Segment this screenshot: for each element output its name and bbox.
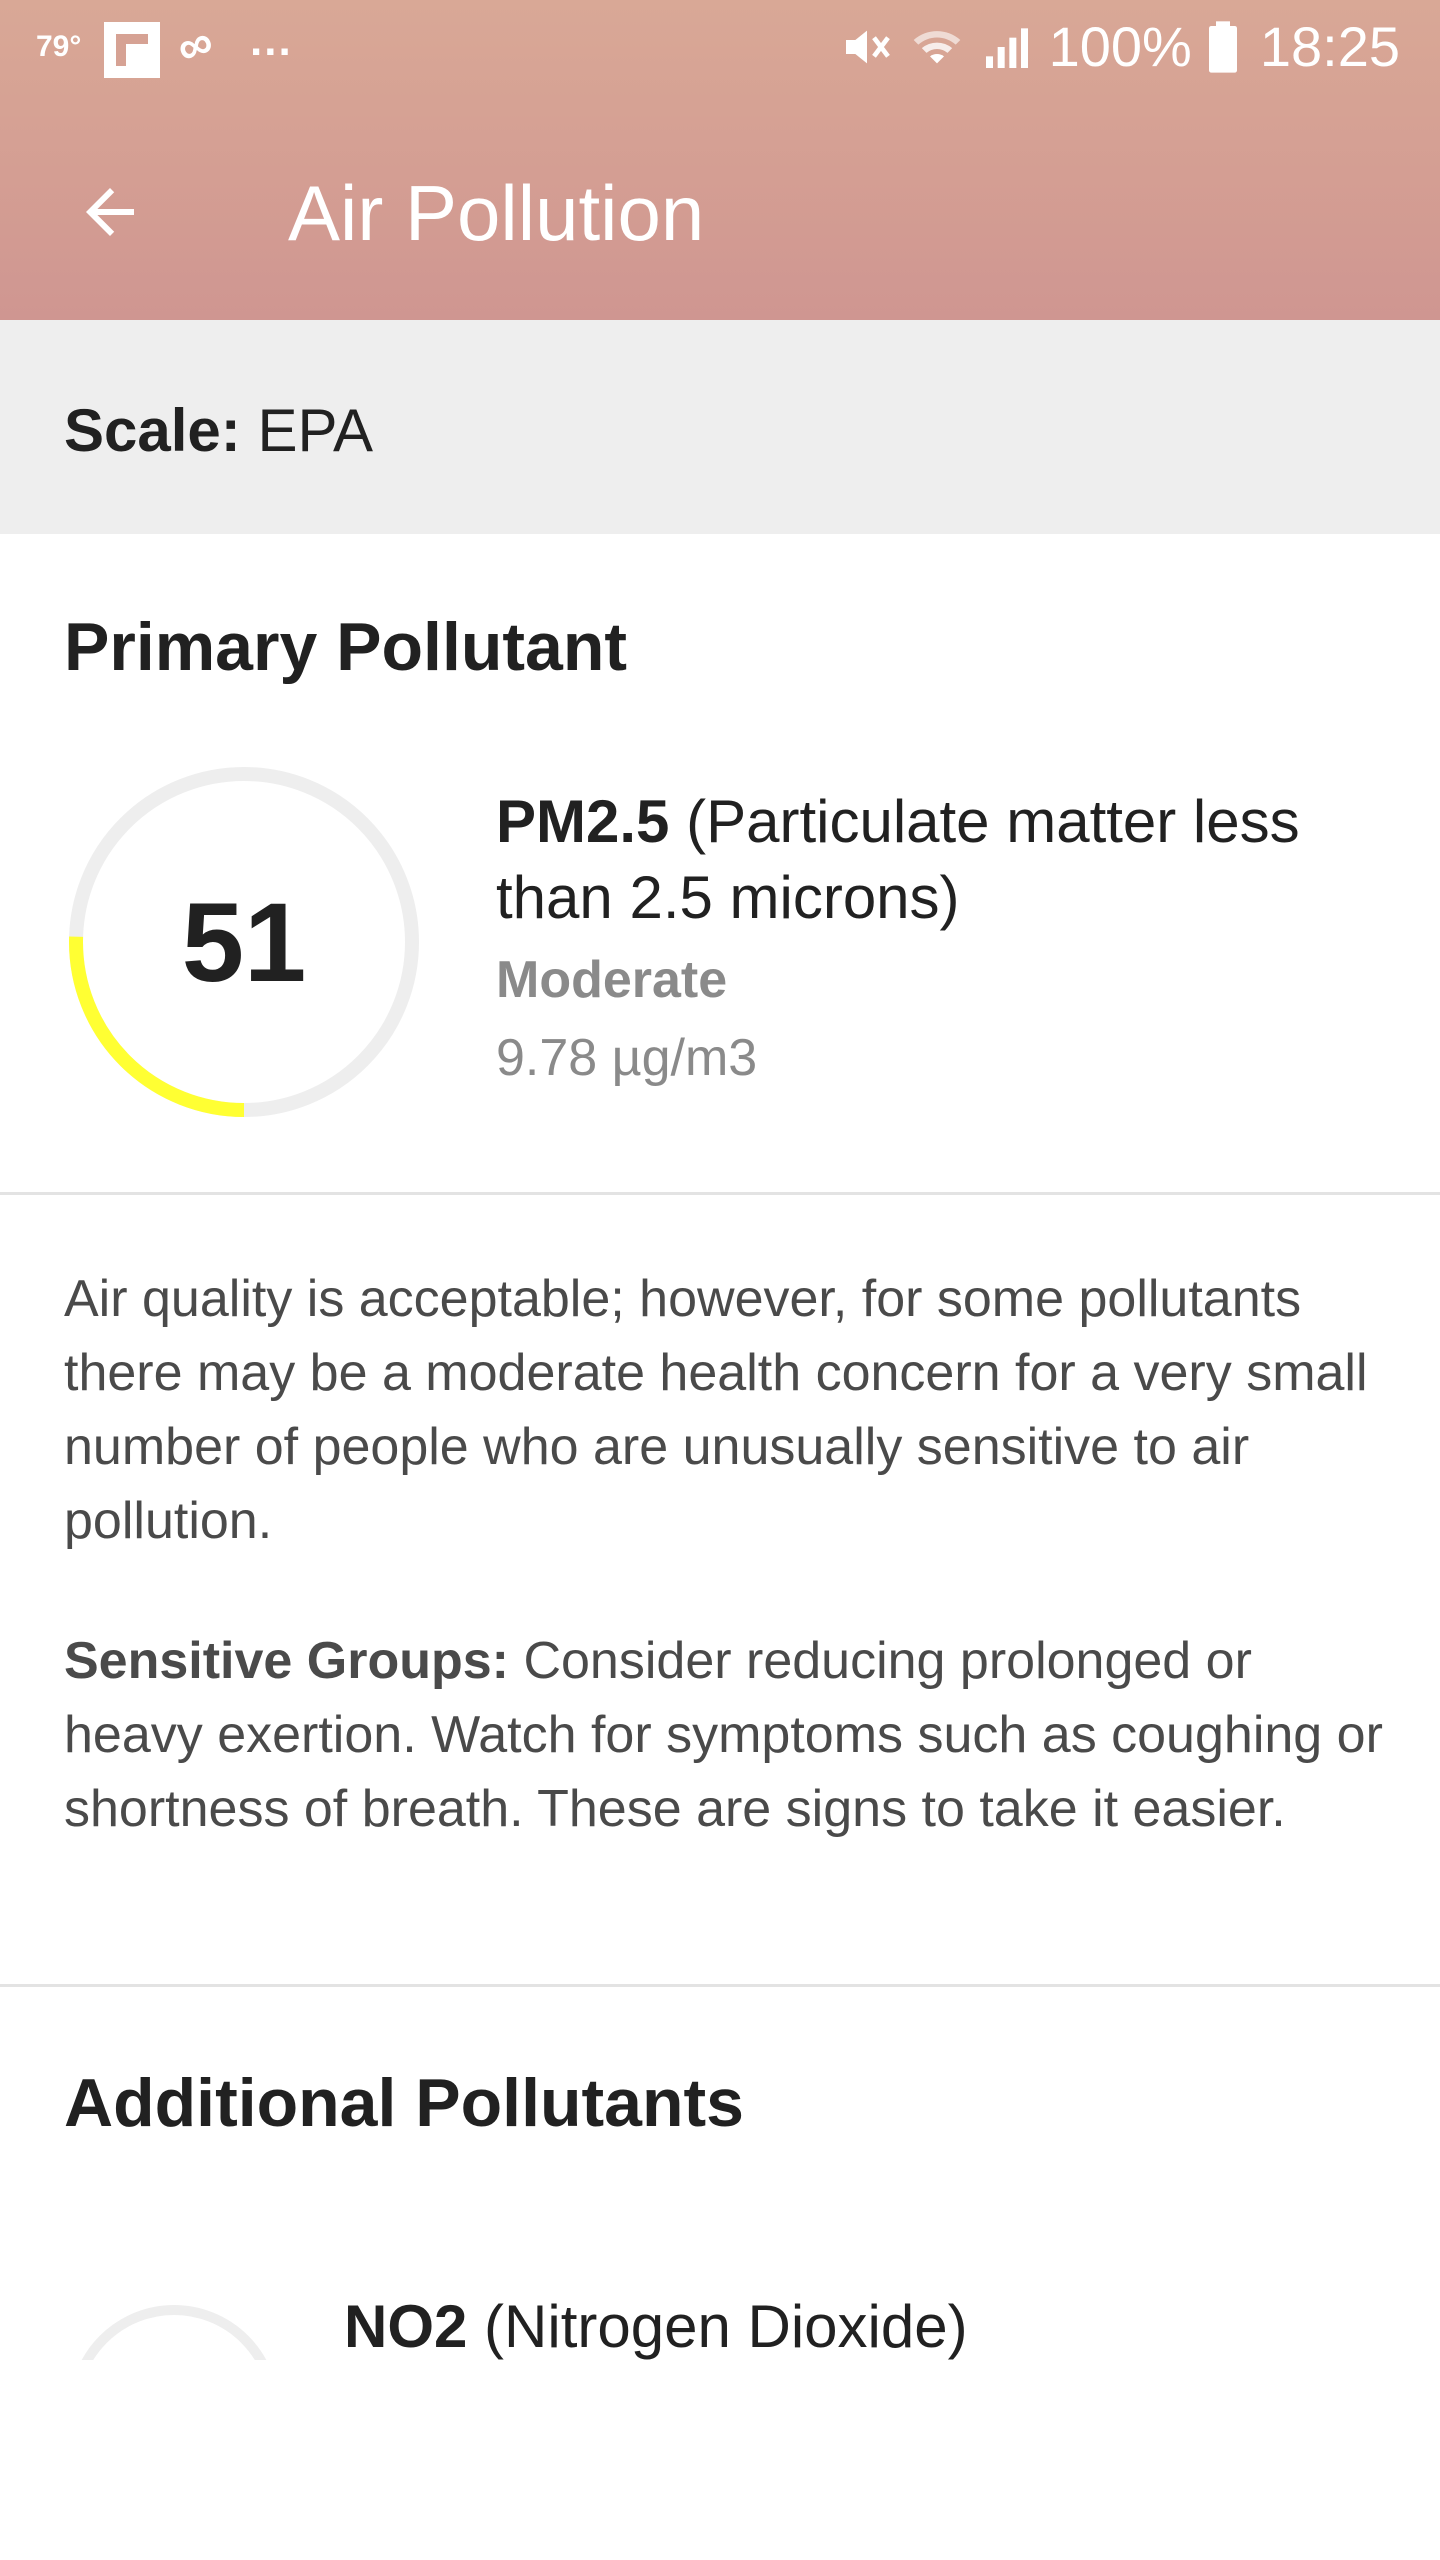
additional-pollutant-full-name: (Nitrogen Dioxide): [484, 2293, 968, 2360]
scale-label: Scale:: [64, 397, 241, 464]
page-title: Air Pollution: [288, 169, 705, 257]
link-icon: ∞: [169, 14, 221, 77]
battery-icon: [1206, 19, 1240, 75]
sensitive-groups-label: Sensitive Groups:: [64, 1632, 509, 1690]
aqi-gauge: 51: [64, 762, 424, 1122]
primary-pollutant-info: PM2.5 (Particulate matter less than 2.5 …: [496, 784, 1376, 1088]
scale-value: EPA: [257, 397, 374, 464]
divider: [0, 1984, 1440, 1987]
status-bar: 79° ∞ ... 100% 18:25: [0, 0, 1440, 102]
pollutant-name: PM2.5 (Particulate matter less than 2.5 …: [496, 784, 1376, 936]
aqi-value: 51: [181, 879, 307, 1005]
battery-percent: 100%: [1048, 15, 1192, 78]
arrow-left-icon: [86, 188, 134, 236]
additional-pollutants-heading: Additional Pollutants: [64, 2065, 744, 2141]
pollutant-concentration: 9.78 µg/m3: [496, 1029, 758, 1087]
app-bar: 79° ∞ ... 100% 18:25 Air Pollution: [0, 0, 1440, 320]
signal-icon: [979, 19, 1035, 75]
back-button[interactable]: [60, 162, 160, 262]
temperature-indicator: 79°: [36, 30, 82, 63]
additional-pollutant-item[interactable]: NO2 (Nitrogen Dioxide): [344, 2292, 968, 2361]
scale-row: Scale: EPA: [64, 396, 373, 465]
clock: 18:25: [1259, 15, 1400, 78]
notification-more-indicator: ...: [250, 16, 293, 65]
health-description: Air quality is acceptable; however, for …: [64, 1270, 1368, 1550]
pollutant-level: Moderate: [496, 951, 728, 1009]
status-icons: 100% 18:25: [839, 14, 1400, 79]
divider: [0, 1192, 1440, 1195]
bottom-blank: [0, 2360, 1440, 2560]
pollutant-code: PM2.5: [496, 788, 670, 855]
mute-icon: [839, 19, 895, 75]
primary-pollutant-heading: Primary Pollutant: [64, 609, 628, 685]
toolbar: Air Pollution: [0, 102, 1440, 320]
flipboard-icon: [104, 22, 160, 78]
scale-strip: Scale: EPA: [0, 320, 1440, 534]
sensitive-groups-advice: Sensitive Groups: Consider reducing prol…: [64, 1624, 1384, 1846]
no2-gauge: [64, 2300, 284, 2360]
additional-pollutant-code: NO2: [344, 2293, 468, 2360]
wifi-icon: [909, 19, 965, 75]
